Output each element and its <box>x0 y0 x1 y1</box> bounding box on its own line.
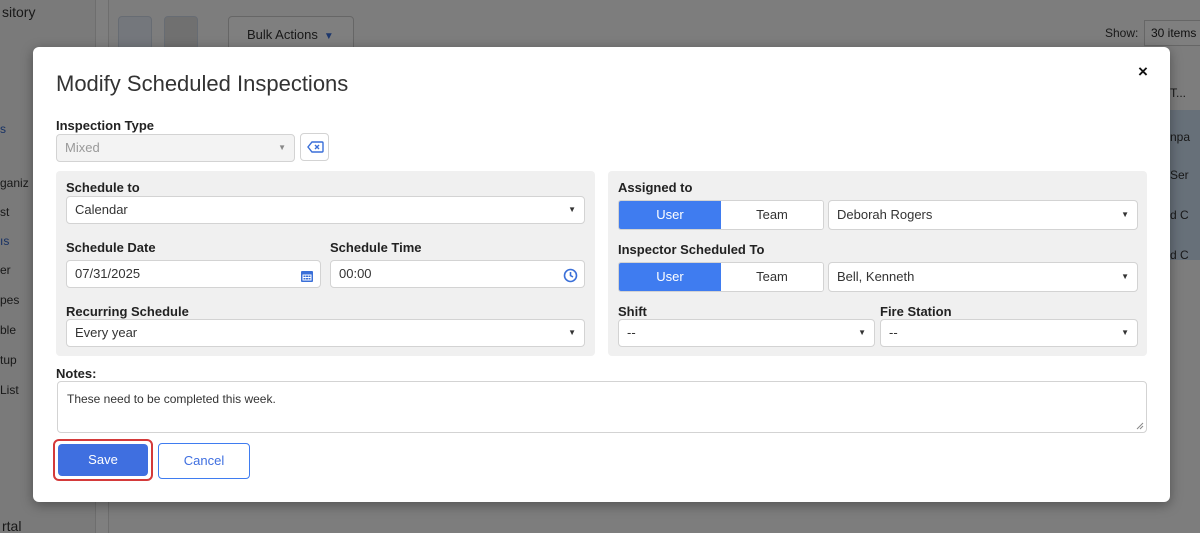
shift-value: -- <box>627 325 636 340</box>
clear-inspection-type-button[interactable] <box>300 133 329 161</box>
fire-station-label: Fire Station <box>880 304 952 319</box>
inspector-user-option[interactable]: User <box>619 263 721 291</box>
shift-select[interactable]: -- ▼ <box>618 319 875 347</box>
modal-title: Modify Scheduled Inspections <box>56 71 349 96</box>
schedule-time-input[interactable]: 00:00 <box>330 260 585 288</box>
assigned-to-label: Assigned to <box>618 180 693 195</box>
schedule-time-label: Schedule Time <box>330 240 422 255</box>
assigned-to-value: Deborah Rogers <box>837 207 933 222</box>
inspector-team-option[interactable]: Team <box>721 263 823 291</box>
notes-label: Notes: <box>56 366 97 381</box>
caret-down-icon: ▼ <box>858 328 866 337</box>
caret-down-icon: ▼ <box>568 205 576 214</box>
caret-down-icon: ▼ <box>278 143 286 152</box>
fire-station-select[interactable]: -- ▼ <box>880 319 1138 347</box>
notes-textarea[interactable]: These need to be completed this week. <box>57 381 1147 433</box>
backspace-icon <box>307 141 324 153</box>
save-button-highlight: Save <box>53 439 153 481</box>
schedule-date-value: 07/31/2025 <box>75 266 141 281</box>
caret-down-icon: ▼ <box>1121 328 1129 337</box>
save-button[interactable]: Save <box>58 444 148 476</box>
schedule-to-label: Schedule to <box>66 180 140 195</box>
inspector-scheduled-to-select[interactable]: Bell, Kenneth ▼ <box>828 262 1138 292</box>
calendar-icon[interactable] <box>300 266 314 292</box>
schedule-time-value: 00:00 <box>339 266 372 281</box>
schedule-date-label: Schedule Date <box>66 240 156 255</box>
inspector-scheduled-to-toggle: User Team <box>618 262 824 292</box>
shift-label: Shift <box>618 304 647 319</box>
recurring-schedule-select[interactable]: Every year ▼ <box>66 319 585 347</box>
inspection-type-label: Inspection Type <box>56 118 154 133</box>
inspection-type-select[interactable]: Mixed ▼ <box>56 134 295 162</box>
fire-station-value: -- <box>889 325 898 340</box>
close-button[interactable]: × <box>1134 63 1152 81</box>
caret-down-icon: ▼ <box>568 328 576 337</box>
recurring-schedule-value: Every year <box>75 325 138 340</box>
inspector-scheduled-to-label: Inspector Scheduled To <box>618 242 765 257</box>
caret-down-icon: ▼ <box>1121 272 1129 281</box>
schedule-to-value: Calendar <box>75 202 128 217</box>
modify-scheduled-inspections-modal: Modify Scheduled Inspections × Inspectio… <box>33 47 1170 502</box>
cancel-button[interactable]: Cancel <box>158 443 250 479</box>
assigned-to-user-option[interactable]: User <box>619 201 721 229</box>
schedule-date-input[interactable]: 07/31/2025 <box>66 260 321 288</box>
caret-down-icon: ▼ <box>1121 210 1129 219</box>
inspection-type-value: Mixed <box>65 140 100 155</box>
assigned-to-team-option[interactable]: Team <box>721 201 823 229</box>
schedule-to-select[interactable]: Calendar ▼ <box>66 196 585 224</box>
assigned-to-select[interactable]: Deborah Rogers ▼ <box>828 200 1138 230</box>
inspector-scheduled-to-value: Bell, Kenneth <box>837 269 915 284</box>
notes-value: These need to be completed this week. <box>67 392 276 406</box>
clock-icon[interactable] <box>563 266 578 292</box>
resize-grip-icon[interactable] <box>1136 422 1144 430</box>
assigned-to-toggle: User Team <box>618 200 824 230</box>
recurring-schedule-label: Recurring Schedule <box>66 304 189 319</box>
